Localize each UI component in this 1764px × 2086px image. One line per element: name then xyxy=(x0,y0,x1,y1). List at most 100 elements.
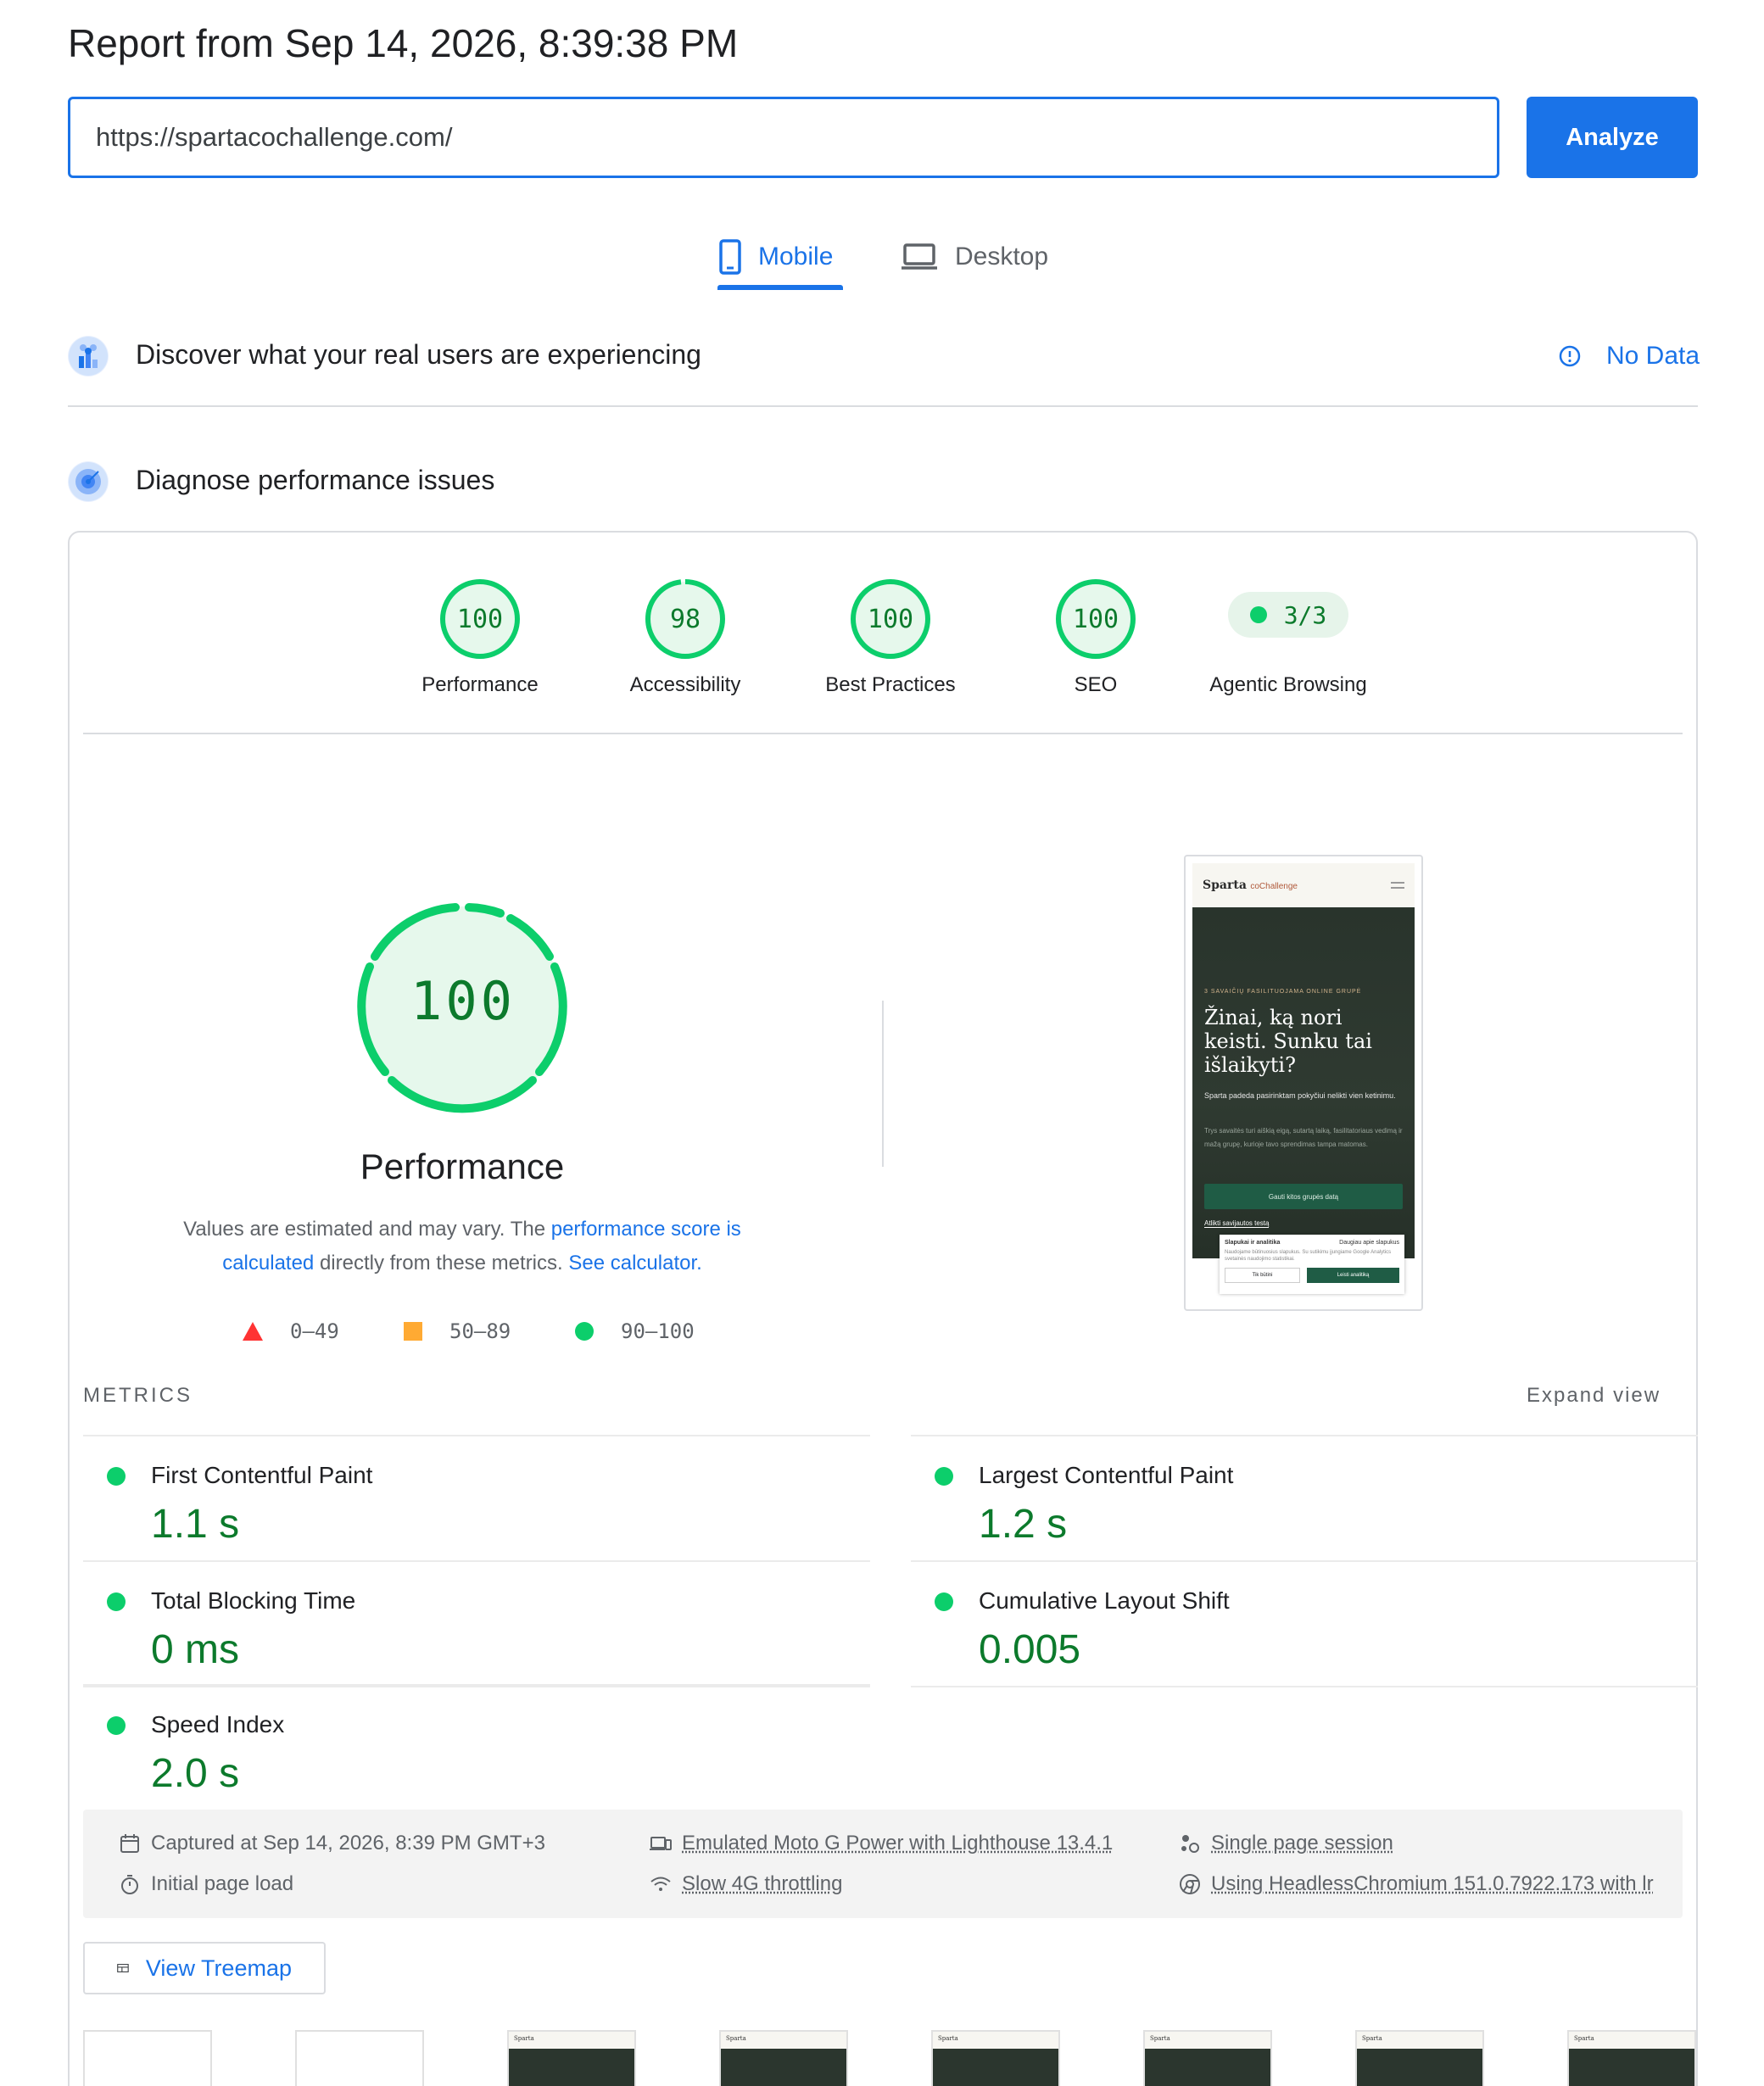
best-practices-score: 100 xyxy=(867,604,914,634)
square-icon xyxy=(404,1322,422,1341)
session-type-text: Single page session xyxy=(1211,1832,1393,1855)
filmstrip-frame: Sparta xyxy=(1143,2030,1272,2086)
network-throttling[interactable]: Slow 4G throttling xyxy=(650,1872,842,1896)
emulated-device[interactable]: Emulated Moto G Power with Lighthouse 13… xyxy=(650,1832,1113,1855)
agentic-browsing-badge[interactable]: 3/3 xyxy=(1228,592,1348,638)
metric-divider xyxy=(83,1686,870,1687)
filmstrip-frame: Sparta xyxy=(719,2030,848,2086)
view-treemap-label: View Treemap xyxy=(145,1955,292,1981)
screenshot-subtext-2: Trys savaitės turi aiškią eigą, sutartą … xyxy=(1204,1127,1403,1148)
filmstrip-frame: Sparta xyxy=(507,2030,636,2086)
pass-dot xyxy=(935,1592,953,1611)
filmstrip-frame: Sparta xyxy=(1567,2030,1696,2086)
filmstrip-header: Sparta xyxy=(509,2032,634,2049)
pass-dot xyxy=(107,1467,126,1486)
desc-text: Values are estimated and may vary. The xyxy=(183,1218,551,1241)
legend-average-label: 50–89 xyxy=(449,1319,511,1343)
stopwatch-icon xyxy=(121,1875,138,1894)
wifi-icon xyxy=(650,1877,671,1891)
initial-page-load-text: Initial page load xyxy=(151,1872,294,1895)
performance-label: Performance xyxy=(421,673,539,696)
tab-desktop[interactable]: Desktop xyxy=(901,227,1048,287)
see-calculator-link[interactable]: See calculator. xyxy=(568,1252,701,1274)
card-divider xyxy=(83,733,1683,734)
url-input[interactable] xyxy=(68,97,1499,178)
screenshot-header: Sparta coChallenge xyxy=(1192,863,1415,907)
filmstrip-header: Sparta xyxy=(1569,2032,1694,2049)
largest-contentful-paint-value: 1.2 s xyxy=(979,1502,1068,1547)
screenshot-brand-name: Sparta xyxy=(1203,878,1247,892)
seo-gauge[interactable]: 100 xyxy=(1053,577,1138,661)
cookie-text: Naudojame būtinuosius slapukus. Su sutik… xyxy=(1225,1250,1392,1262)
section-divider xyxy=(68,405,1698,407)
speed-index-label: Speed Index xyxy=(151,1711,285,1737)
legend-fail: 0–49 xyxy=(243,1316,339,1347)
filmstrip-hero xyxy=(509,2049,634,2086)
filmstrip-frame xyxy=(295,2030,424,2086)
initial-page-load: Initial page load xyxy=(119,1872,293,1896)
performance-gauge[interactable]: 100 xyxy=(438,577,522,661)
analyze-button[interactable]: Analyze xyxy=(1527,97,1698,178)
tab-mobile-label: Mobile xyxy=(758,243,834,271)
metric-divider xyxy=(83,1435,870,1436)
agentic-browsing-label: Agentic Browsing xyxy=(1209,673,1367,696)
performance-description: Values are estimated and may vary. The p… xyxy=(153,1213,772,1280)
accessibility-gauge[interactable]: 98 xyxy=(643,577,728,661)
runtime-settings xyxy=(83,1810,1683,1918)
screenshot-brand: Sparta coChallenge xyxy=(1203,878,1298,892)
largest-contentful-paint-label: Largest Contentful Paint xyxy=(979,1462,1234,1488)
browser-version-text: Using HeadlessChromium 151.0.7922.173 wi… xyxy=(1211,1872,1654,1895)
tab-mobile[interactable]: Mobile xyxy=(719,227,833,287)
browser-version[interactable]: Using HeadlessChromium 151.0.7922.173 wi… xyxy=(1179,1872,1684,1896)
performance-title: Performance xyxy=(360,1146,565,1186)
best-practices-gauge[interactable]: 100 xyxy=(848,577,933,661)
expand-view-toggle[interactable]: Expand view xyxy=(1527,1384,1661,1408)
best-practices-label: Best Practices xyxy=(825,673,956,696)
filmstrip-hero xyxy=(1569,2049,1694,2086)
metric-divider xyxy=(911,1560,1698,1562)
legend-average: 50–89 xyxy=(404,1316,511,1347)
screenshot-hero: 3 SAVAIČIŲ FASILITUOJAMA ONLINE GRUPĖ Ži… xyxy=(1192,907,1415,1258)
first-contentful-paint-value: 1.1 s xyxy=(151,1502,240,1547)
screenshot-cta: Gauti kitos grupės datą xyxy=(1204,1184,1403,1209)
cookie-essential-button: Tik būtini xyxy=(1225,1268,1301,1283)
filmstrip-frame: Sparta xyxy=(931,2030,1060,2086)
pass-dot xyxy=(1249,606,1267,623)
filmstrip-hero xyxy=(1357,2049,1482,2086)
network-throttling-text: Slow 4G throttling xyxy=(682,1872,843,1895)
final-screenshot[interactable]: Sparta coChallenge 3 SAVAIČIŲ FASILITUOJ… xyxy=(1184,855,1423,1311)
page-title: Report from Sep 14, 2026, 8:39:38 PM xyxy=(68,21,739,65)
pass-dot xyxy=(107,1592,126,1611)
screenshot-subtext: Sparta padeda pasirinktam pokyčiui nelik… xyxy=(1204,1091,1396,1100)
metrics-label: METRICS xyxy=(83,1384,193,1407)
filmstrip-hero xyxy=(721,2049,846,2086)
performance-score: 100 xyxy=(456,604,504,634)
people-icon xyxy=(1181,1835,1199,1853)
info-icon xyxy=(1559,345,1581,367)
accessibility-score: 98 xyxy=(669,604,701,634)
agentic-browsing-score: 3/3 xyxy=(1283,600,1327,629)
cookie-link: Daugiau apie slapukus xyxy=(1339,1240,1399,1246)
filmstrip-header: Sparta xyxy=(721,2032,846,2049)
filmstrip-frame: Sparta xyxy=(1355,2030,1484,2086)
screenshot-kicker: 3 SAVAIČIŲ FASILITUOJAMA ONLINE GRUPĖ xyxy=(1204,989,1362,995)
total-blocking-time-label: Total Blocking Time xyxy=(151,1587,356,1614)
screenshot-headline: Žinai, ką nori keisti. Sunku tai išlaiky… xyxy=(1204,1006,1372,1077)
vertical-divider xyxy=(882,1001,884,1167)
pass-dot xyxy=(935,1467,953,1486)
session-type[interactable]: Single page session xyxy=(1179,1832,1393,1855)
accessibility-label: Accessibility xyxy=(629,673,741,696)
view-treemap-button[interactable]: View Treemap xyxy=(83,1942,326,1994)
captured-at: Captured at Sep 14, 2026, 8:39 PM GMT+3 xyxy=(119,1832,545,1855)
users-chart-icon xyxy=(68,336,109,376)
legend-pass: 90–100 xyxy=(575,1316,695,1347)
diagnose-title: Diagnose performance issues xyxy=(136,465,495,495)
screenshot-link: Atlikti savijautos testą xyxy=(1204,1219,1270,1228)
first-contentful-paint-label: First Contentful Paint xyxy=(151,1462,373,1488)
calendar-icon xyxy=(120,1834,139,1853)
no-data-link[interactable]: No Data xyxy=(1559,337,1700,375)
active-tab-indicator xyxy=(717,285,843,290)
filmstrip-header: Sparta xyxy=(1145,2032,1270,2049)
metric-divider xyxy=(83,1560,870,1562)
cumulative-layout-shift-value: 0.005 xyxy=(979,1627,1081,1672)
